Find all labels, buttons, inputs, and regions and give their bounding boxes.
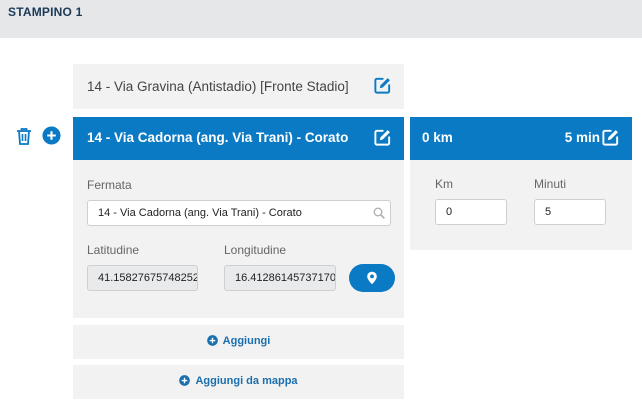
add-stop-label: Aggiungi (222, 335, 271, 347)
map-pin-icon (367, 271, 377, 285)
stop-label-active: 14 - Via Cadorna (ang. Via Trani) - Cora… (87, 130, 349, 145)
km-summary: 0 km (422, 130, 453, 145)
minuti-label: Minuti (534, 177, 567, 191)
longitudine-input[interactable]: 16.412861457371705 (224, 265, 336, 291)
add-stop-button[interactable]: Aggiungi (73, 325, 404, 359)
plus-circle-icon (206, 335, 218, 346)
edit-icon[interactable] (601, 128, 620, 147)
km-input[interactable]: 0 (435, 199, 507, 225)
trash-icon[interactable] (15, 126, 33, 146)
search-icon (373, 207, 385, 219)
plus-circle-icon (179, 375, 191, 386)
minuti-input[interactable]: 5 (534, 199, 606, 225)
plus-circle-icon[interactable] (42, 126, 61, 145)
stop-label: 14 - Via Gravina (Antistadio) [Fronte St… (87, 79, 349, 94)
longitudine-label: Longitudine (224, 243, 287, 257)
section-title: STAMPINO 1 (8, 5, 83, 19)
locate-on-map-button[interactable] (349, 264, 395, 292)
edit-icon[interactable] (373, 128, 392, 147)
fermata-label: Fermata (87, 178, 132, 192)
add-from-map-label: Aggiungi da mappa (195, 375, 298, 387)
stop-row-active[interactable]: 14 - Via Cadorna (ang. Via Trani) - Cora… (73, 117, 404, 160)
distance-header[interactable]: 0 km 5 min (410, 117, 632, 160)
section-header: STAMPINO 1 (0, 0, 642, 38)
km-label: Km (435, 177, 453, 191)
stop-row-collapsed[interactable]: 14 - Via Gravina (Antistadio) [Fronte St… (73, 64, 404, 109)
latitudine-input[interactable]: 41.158276757482521 (87, 265, 198, 291)
add-from-map-button[interactable]: Aggiungi da mappa (73, 365, 404, 399)
latitudine-label: Latitudine (87, 243, 140, 257)
fermata-input[interactable]: 14 - Via Cadorna (ang. Via Trani) - Cora… (87, 200, 391, 226)
edit-icon[interactable] (373, 76, 392, 95)
minutes-summary: 5 min (564, 130, 600, 145)
